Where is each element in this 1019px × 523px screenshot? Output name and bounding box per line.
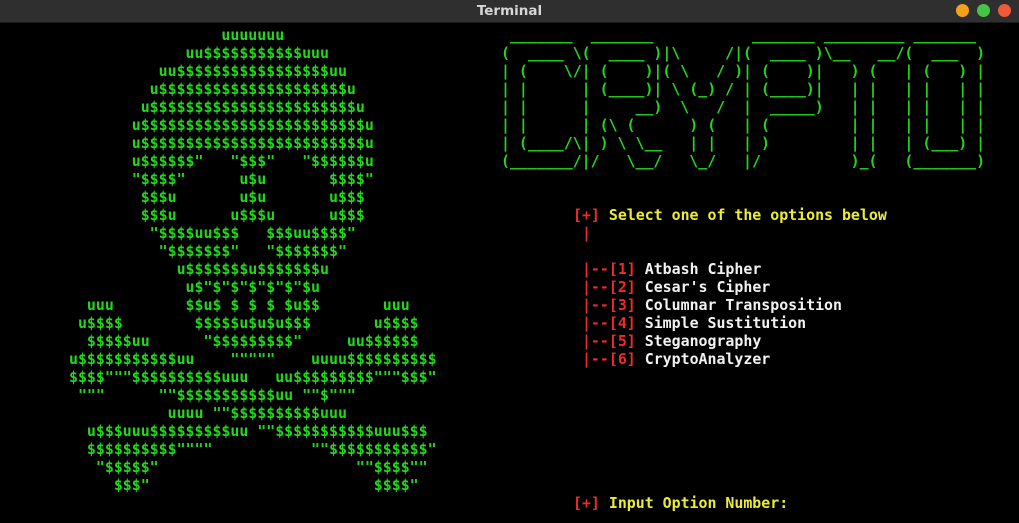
- menu-option-1: |--[1] Atbash Cipher: [573, 260, 887, 278]
- input-prompt[interactable]: [+] Input Option Number:: [573, 494, 788, 512]
- menu-spacer: [573, 242, 887, 260]
- option-branch: |--: [573, 278, 609, 296]
- minimize-button[interactable]: [956, 4, 969, 17]
- skull-ascii-art: uuuuuuu uu$$$$$$$$$$$uuu uu$$$$$$$$$$$$$…: [69, 26, 437, 494]
- option-number: [2]: [608, 278, 636, 296]
- maximize-button[interactable]: [977, 4, 990, 17]
- option-label: Cesar's Cipher: [635, 278, 771, 296]
- prompt-tag: [+]: [573, 494, 600, 512]
- option-label: Steganography: [635, 332, 762, 350]
- menu-option-2: |--[2] Cesar's Cipher: [573, 278, 887, 296]
- option-branch: |--: [573, 260, 609, 278]
- option-label: Simple Sustitution: [635, 314, 807, 332]
- option-label: CryptoAnalyzer: [635, 350, 771, 368]
- option-number: [5]: [608, 332, 636, 350]
- menu-option-5: |--[5] Steganography: [573, 332, 887, 350]
- option-branch: |--: [573, 314, 609, 332]
- close-button[interactable]: [998, 4, 1011, 17]
- header-text: Select one of the options below: [599, 206, 887, 224]
- option-number: [4]: [608, 314, 636, 332]
- crypto-ascii-logo: _______ _______ _______ _________ ______…: [501, 26, 986, 170]
- window-titlebar: Terminal: [0, 0, 1019, 23]
- options-menu: [+] Select one of the options below | |-…: [573, 206, 887, 368]
- option-number: [3]: [608, 296, 636, 314]
- menu-option-3: |--[3] Columnar Transposition: [573, 296, 887, 314]
- option-label: Atbash Cipher: [635, 260, 762, 278]
- option-label: Columnar Transposition: [635, 296, 842, 314]
- menu-connector: |: [573, 224, 591, 242]
- option-number: [6]: [608, 350, 636, 368]
- option-branch: |--: [573, 296, 609, 314]
- header-tag: [+]: [573, 206, 600, 224]
- option-branch: |--: [573, 350, 609, 368]
- menu-option-6: |--[6] CryptoAnalyzer: [573, 350, 887, 368]
- menu-option-4: |--[4] Simple Sustitution: [573, 314, 887, 332]
- option-number: [1]: [608, 260, 636, 278]
- prompt-text: Input Option Number:: [599, 494, 789, 512]
- option-branch: |--: [573, 332, 609, 350]
- terminal-output[interactable]: uuuuuuu uu$$$$$$$$$$$uuu uu$$$$$$$$$$$$$…: [0, 23, 1019, 523]
- window-title: Terminal: [476, 3, 543, 19]
- menu-header: [+] Select one of the options below: [573, 206, 887, 224]
